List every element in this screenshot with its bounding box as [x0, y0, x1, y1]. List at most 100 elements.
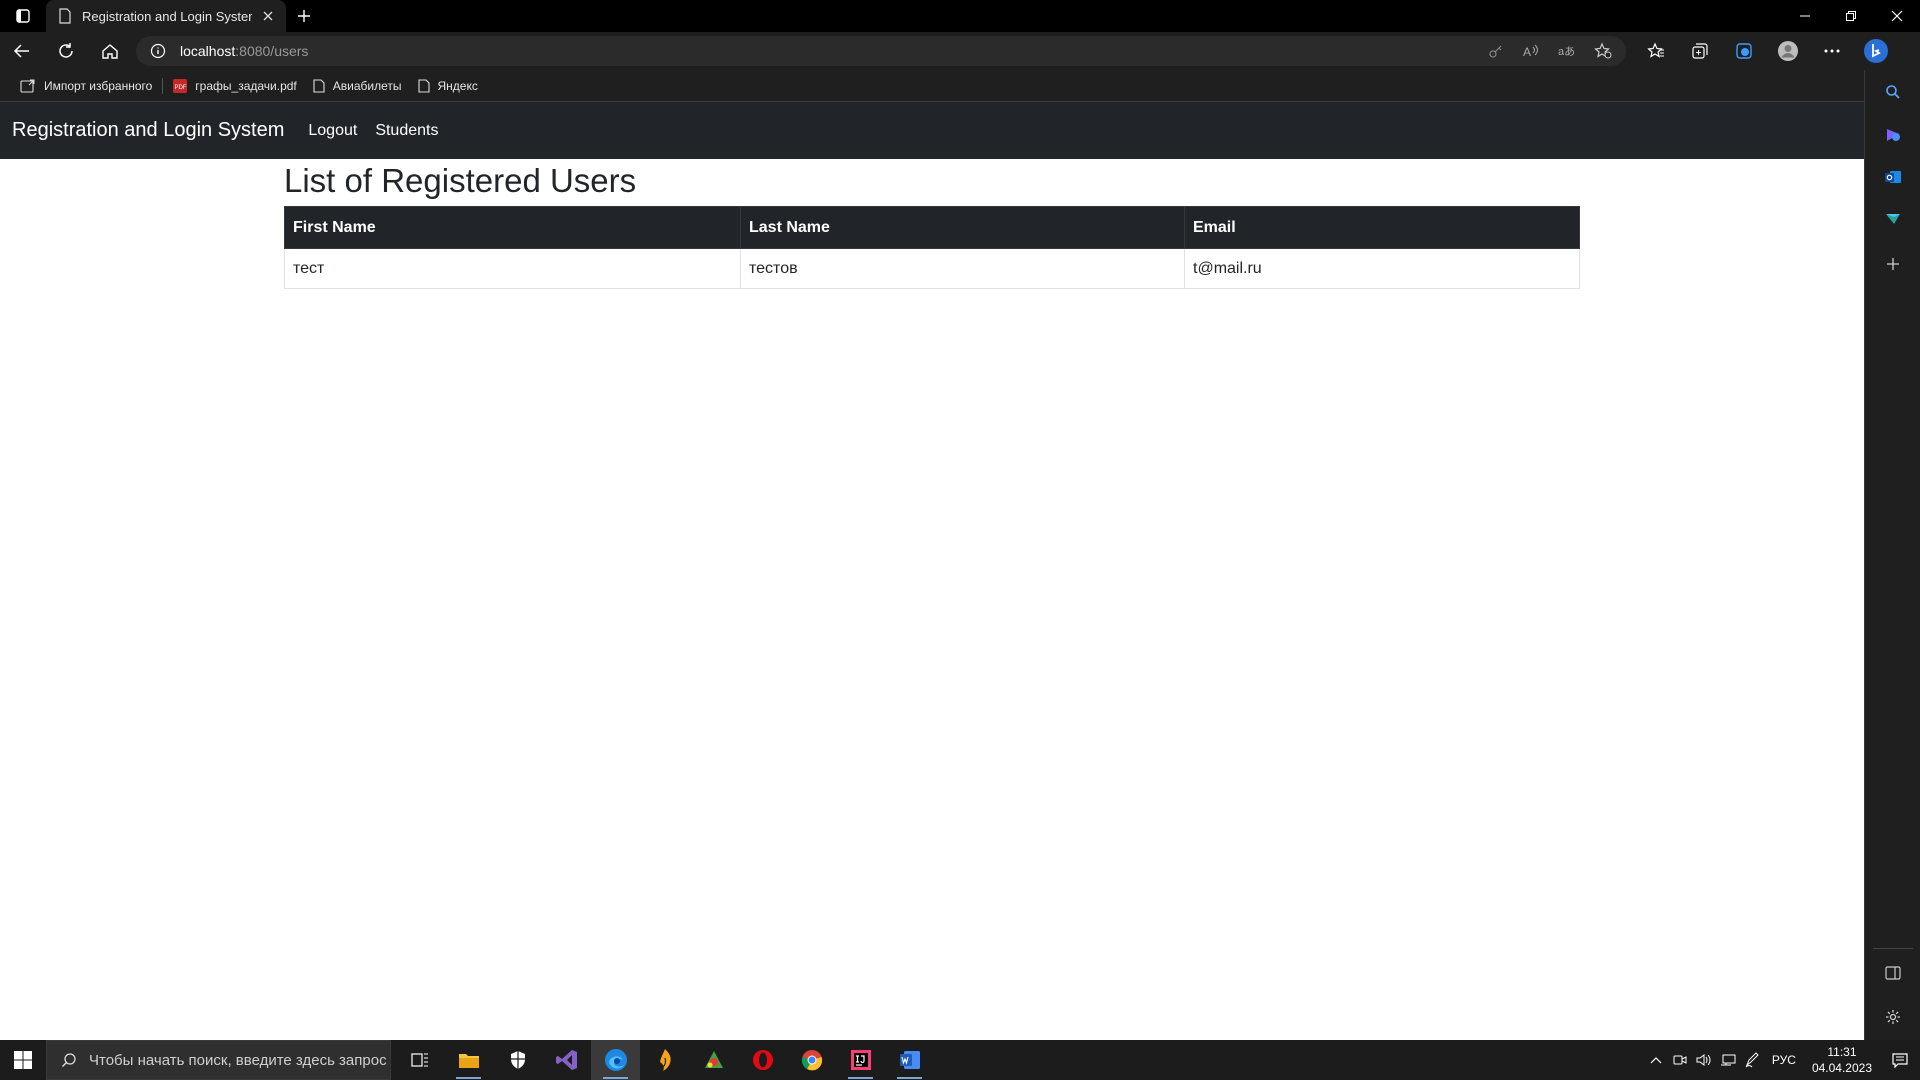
- taskbar-fl-studio[interactable]: [640, 1040, 689, 1080]
- site-brand[interactable]: Registration and Login System: [12, 119, 284, 142]
- bookmark-label: графы_задачи.pdf: [195, 78, 297, 93]
- browser-tab[interactable]: Registration and Login System: [46, 0, 286, 32]
- search-icon: [1886, 85, 1900, 99]
- sidebar-split-button[interactable]: [1865, 953, 1920, 993]
- more-icon: [1824, 49, 1840, 53]
- sidebar-outlook-button[interactable]: [1865, 157, 1920, 197]
- close-window-button[interactable]: [1874, 0, 1920, 32]
- chevron-up-icon: [1650, 1057, 1662, 1064]
- sidebar-add-button[interactable]: [1865, 244, 1920, 284]
- bing-button[interactable]: [1854, 32, 1898, 70]
- taskbar-apps: [395, 1040, 934, 1080]
- edge-extension-button[interactable]: [1722, 32, 1766, 70]
- sidebar-settings-button[interactable]: [1865, 997, 1920, 1037]
- opera-icon: [752, 1050, 773, 1070]
- close-tab-icon[interactable]: [262, 10, 274, 22]
- tray-volume[interactable]: [1692, 1040, 1716, 1080]
- taskbar-file-explorer[interactable]: [444, 1040, 493, 1080]
- taskbar-opera[interactable]: [738, 1040, 787, 1080]
- tray-network[interactable]: [1716, 1040, 1740, 1080]
- tray-meet-now[interactable]: [1668, 1040, 1692, 1080]
- split-screen-icon: [1885, 966, 1901, 980]
- translate-icon[interactable]: aあ: [1558, 43, 1576, 59]
- minimize-icon: [1800, 15, 1810, 17]
- taskbar-intellij[interactable]: [836, 1040, 885, 1080]
- taskbar-chrome[interactable]: [787, 1040, 836, 1080]
- collections-button[interactable]: [1678, 32, 1722, 70]
- bookmark-aviabilety[interactable]: Авиабилеты: [305, 73, 410, 99]
- nav-logout-link[interactable]: Logout: [308, 122, 357, 140]
- back-arrow-icon: [13, 44, 29, 58]
- visual-studio-icon: [555, 1050, 577, 1070]
- sidebar-discover-button[interactable]: [1865, 115, 1920, 155]
- users-table: First Name Last Name Email тест тестов t…: [284, 206, 1580, 289]
- word-icon: [899, 1051, 920, 1069]
- web-page: Registration and Login System Logout Stu…: [0, 102, 1864, 1040]
- bookmark-pdf[interactable]: PDF графы_задачи.pdf: [165, 73, 304, 99]
- key-icon[interactable]: [1488, 43, 1504, 59]
- refresh-button[interactable]: [44, 32, 88, 70]
- close-icon: [1891, 10, 1903, 22]
- restore-icon: [1846, 11, 1856, 21]
- taskbar-search[interactable]: Чтобы начать поиск, введите здесь запрос: [46, 1040, 391, 1080]
- tray-pen[interactable]: [1740, 1040, 1764, 1080]
- table-header-row: First Name Last Name Email: [284, 206, 1580, 249]
- page-icon: [313, 78, 325, 93]
- chrome-icon: [801, 1050, 822, 1071]
- address-bar[interactable]: localhost:8080/users A aあ: [136, 36, 1626, 66]
- collections-icon: [1692, 43, 1708, 59]
- svg-text:A: A: [1523, 45, 1531, 59]
- settings-more-button[interactable]: [1810, 32, 1854, 70]
- edge-extension-icon: [1736, 43, 1752, 59]
- profile-button[interactable]: [1766, 32, 1810, 70]
- outlook-icon: [1885, 171, 1901, 183]
- camera-icon: [1673, 1055, 1687, 1065]
- taskbar-security[interactable]: [493, 1040, 542, 1080]
- tray-clock[interactable]: 11:31 04.04.2023: [1804, 1044, 1880, 1076]
- table-header: First Name Last Name Email: [284, 206, 1580, 249]
- tray-language[interactable]: РУС: [1764, 1040, 1804, 1080]
- plus-icon: [1887, 258, 1899, 270]
- back-button[interactable]: [0, 32, 44, 70]
- home-button[interactable]: [88, 32, 132, 70]
- windows-logo-icon: [14, 1051, 32, 1069]
- read-aloud-icon[interactable]: A: [1522, 43, 1540, 59]
- sidebar-search-button[interactable]: [1865, 72, 1920, 112]
- favorites-icon: [1647, 42, 1664, 58]
- tray-overflow-button[interactable]: [1644, 1040, 1668, 1080]
- info-icon[interactable]: [150, 43, 166, 59]
- taskbar-visual-studio[interactable]: [542, 1040, 591, 1080]
- restore-button[interactable]: [1828, 0, 1874, 32]
- gear-icon: [1886, 1010, 1900, 1024]
- nav-students-link[interactable]: Students: [375, 122, 438, 140]
- minimize-button[interactable]: [1782, 0, 1828, 32]
- taskbar-app-green[interactable]: [689, 1040, 738, 1080]
- cell-first-name: тест: [284, 248, 741, 289]
- task-view-button[interactable]: [395, 1040, 444, 1080]
- favorites-button[interactable]: [1634, 32, 1678, 70]
- intellij-icon: [850, 1050, 871, 1070]
- clock-time: 11:31: [1827, 1045, 1857, 1059]
- bookmark-import[interactable]: Импорт избранного: [12, 73, 160, 99]
- cell-email: t@mail.ru: [1184, 248, 1580, 289]
- volume-icon: [1696, 1054, 1711, 1066]
- bookmark-label: Импорт избранного: [44, 78, 153, 93]
- taskbar-edge[interactable]: [591, 1040, 640, 1080]
- column-header-email: Email: [1184, 206, 1580, 249]
- add-favorite-icon[interactable]: [1594, 42, 1612, 60]
- sidebar-drop-button[interactable]: [1865, 199, 1920, 239]
- search-placeholder: Чтобы начать поиск, введите здесь запрос: [89, 1051, 387, 1069]
- search-icon: [62, 1053, 76, 1067]
- tab-actions-icon: [16, 9, 30, 23]
- fl-studio-icon: [659, 1049, 671, 1071]
- bookmark-yandex[interactable]: Яндекс: [410, 73, 486, 99]
- cell-last-name: тестов: [740, 248, 1185, 289]
- system-tray: РУС 11:31 04.04.2023: [1644, 1040, 1920, 1080]
- page-icon: [59, 8, 71, 24]
- start-button[interactable]: [0, 1040, 46, 1080]
- notifications-button[interactable]: [1880, 1040, 1920, 1080]
- new-tab-button[interactable]: [286, 0, 322, 32]
- taskbar-word[interactable]: [885, 1040, 934, 1080]
- tab-actions-button[interactable]: [0, 0, 46, 32]
- bookmarks-bar: Импорт избранного PDF графы_задачи.pdf А…: [0, 70, 1864, 102]
